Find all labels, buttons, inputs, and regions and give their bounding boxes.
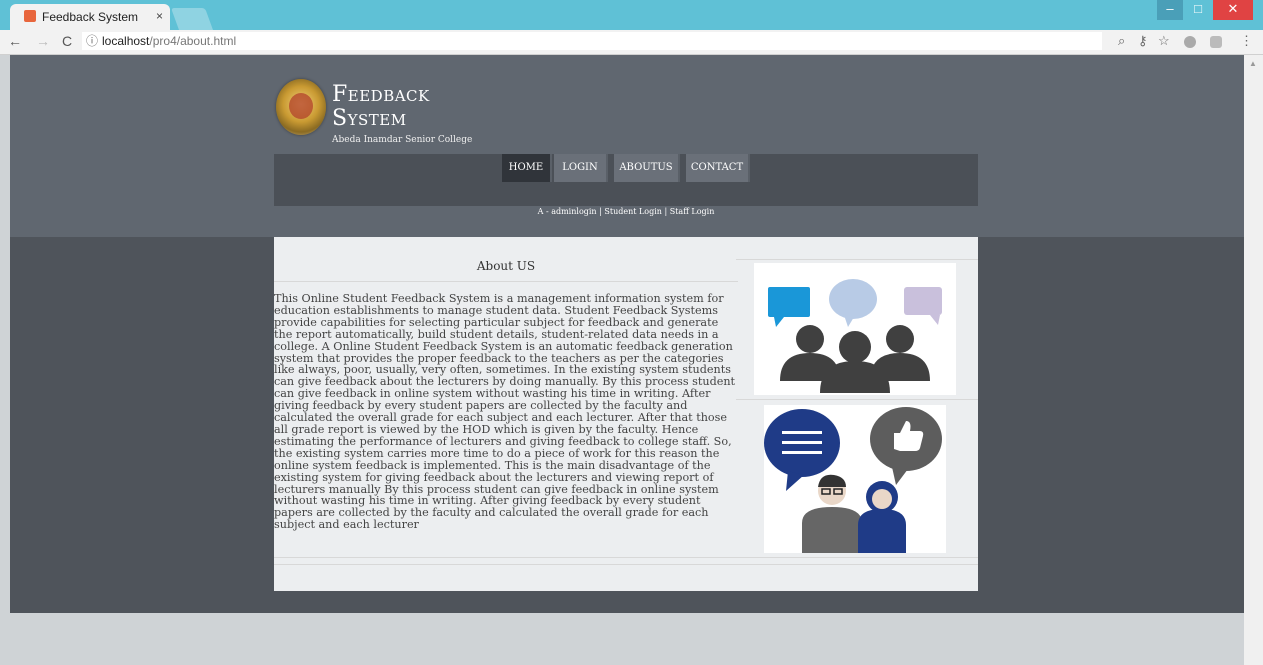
about-panel: About US This Online Student Feedback Sy… xyxy=(274,237,978,591)
tab-title: Feedback System xyxy=(42,10,139,24)
college-logo xyxy=(276,79,326,135)
site-title-line1: Feedback xyxy=(332,82,430,107)
divider xyxy=(736,259,978,260)
menu-home[interactable]: HOME xyxy=(502,154,552,182)
back-arrow-icon[interactable]: ← xyxy=(8,33,22,49)
key-icon[interactable]: ⚷ xyxy=(1138,33,1148,49)
bookmark-star-icon[interactable]: ☆ xyxy=(1158,33,1170,49)
group-speech-bubbles-icon xyxy=(754,263,956,395)
menu-contact[interactable]: CONTACT xyxy=(686,154,750,182)
url-path: /pro4/about.html xyxy=(149,34,237,48)
close-window-button[interactable]: ✕ xyxy=(1213,0,1253,20)
browser-tab[interactable]: Feedback System × xyxy=(10,4,170,30)
menu-aboutus[interactable]: ABOUTUS xyxy=(614,154,680,182)
about-text: This Online Student Feedback System is a… xyxy=(274,292,736,532)
divider xyxy=(274,564,978,565)
info-icon[interactable]: ⓘ xyxy=(86,34,98,48)
feedback-thumbs-up-icon xyxy=(764,405,946,553)
scrollbar[interactable]: ▲ xyxy=(1244,55,1263,665)
extension-icon[interactable] xyxy=(1184,36,1196,48)
window-controls: – □ ✕ xyxy=(1155,0,1253,20)
scroll-up-icon[interactable]: ▲ xyxy=(1249,59,1257,68)
new-tab-button[interactable] xyxy=(170,8,214,30)
tab-close-button[interactable]: × xyxy=(156,9,163,23)
about-heading: About US xyxy=(274,259,738,282)
chrome-menu-icon[interactable]: ⋮ xyxy=(1240,33,1253,49)
browser-titlebar: Feedback System × – □ ✕ xyxy=(0,0,1263,30)
address-bar[interactable]: ⓘ localhost/pro4/about.html xyxy=(82,32,1102,50)
extension-icon[interactable] xyxy=(1210,36,1222,48)
page: Feedback System Abeda Inamdar Senior Col… xyxy=(10,55,1244,665)
menu-login[interactable]: LOGIN xyxy=(554,154,608,182)
divider xyxy=(736,399,978,400)
zoom-icon[interactable]: ⌕ xyxy=(1118,33,1125,49)
site-title: Feedback System xyxy=(332,83,430,131)
maximize-button[interactable]: □ xyxy=(1185,0,1211,20)
main-menu: HOME LOGIN ABOUTUS CONTACT xyxy=(274,154,978,206)
url-host: localhost xyxy=(102,34,150,48)
reload-icon[interactable]: C xyxy=(62,33,72,49)
minimize-button[interactable]: – xyxy=(1157,0,1183,20)
site-subtitle: Abeda Inamdar Senior College xyxy=(332,135,473,145)
login-links[interactable]: A - adminlogin | Student Login | Staff L… xyxy=(274,206,978,218)
site-title-line2: System xyxy=(332,106,407,131)
favicon-icon xyxy=(24,10,36,22)
forward-arrow-icon[interactable]: → xyxy=(36,33,50,49)
browser-toolbar: ← → C ⓘ localhost/pro4/about.html ⌕ ⚷ ☆ ⋮ xyxy=(0,30,1263,55)
divider xyxy=(274,557,978,558)
